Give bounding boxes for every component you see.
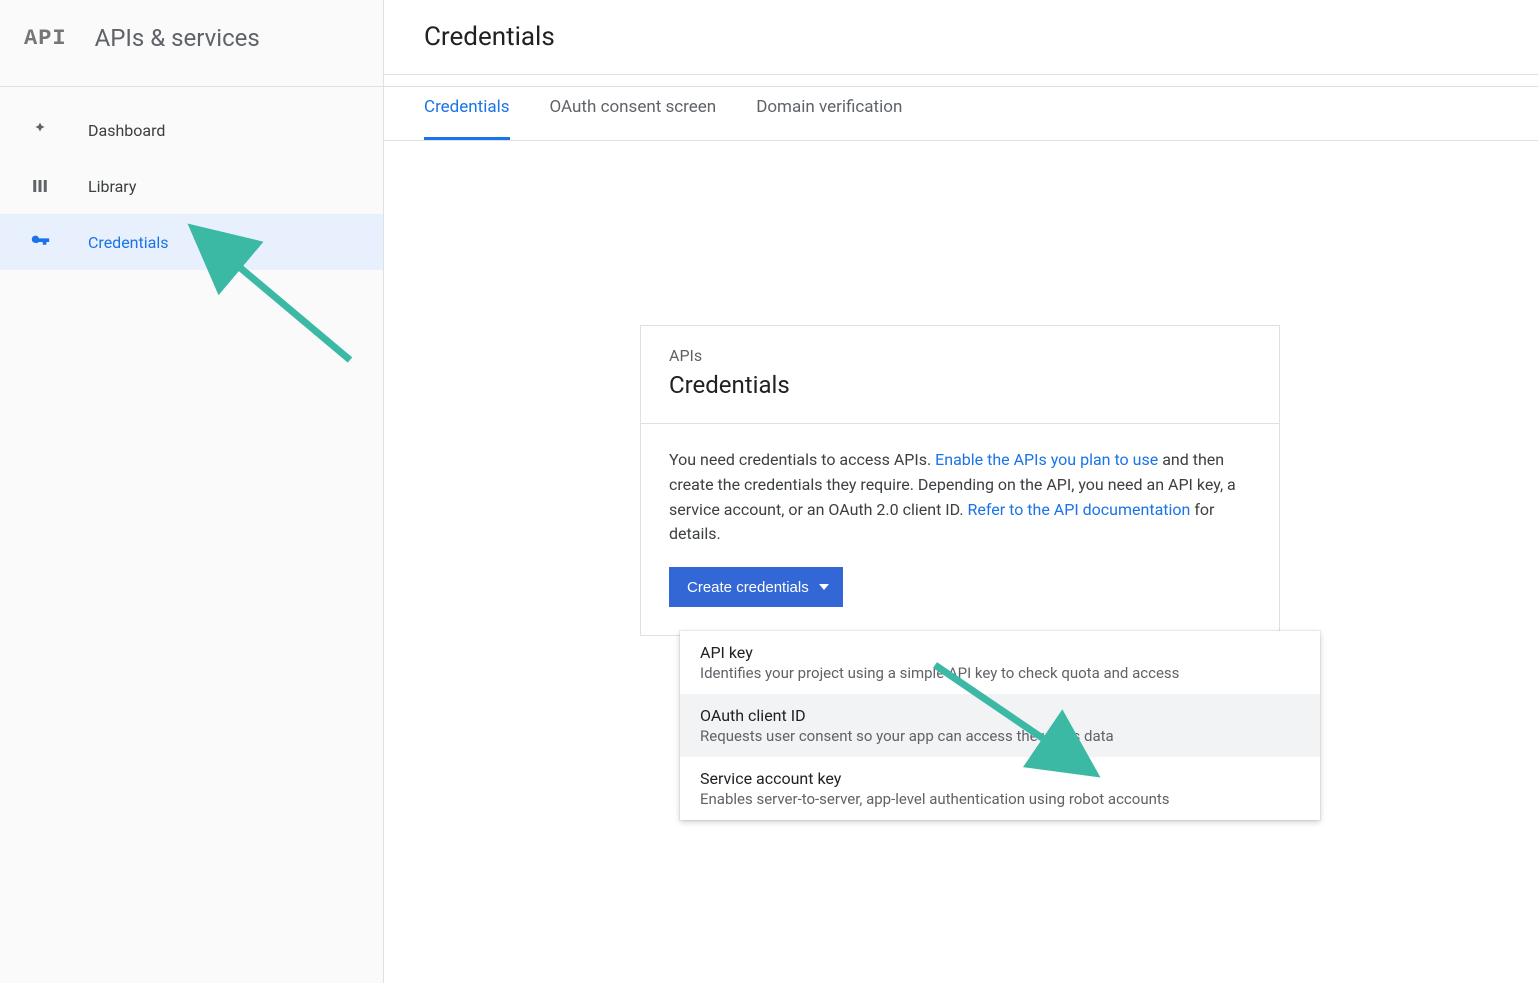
page-title: Credentials <box>424 22 1498 52</box>
brand-title: APIs & services <box>95 24 260 52</box>
sidebar: API APIs & services Dashboard Library <box>0 0 384 983</box>
chevron-down-icon <box>819 584 829 590</box>
menu-item-service-account-key[interactable]: Service account key Enables server-to-se… <box>680 757 1320 820</box>
key-icon <box>28 230 52 254</box>
tabs: Credentials OAuth consent screen Domain … <box>384 75 1538 141</box>
tab-credentials[interactable]: Credentials <box>424 75 510 140</box>
content-area: APIs Credentials You need credentials to… <box>384 141 1538 983</box>
card-body: You need credentials to access APIs. Ena… <box>641 424 1279 635</box>
credentials-card: APIs Credentials You need credentials to… <box>640 325 1280 636</box>
dashboard-icon <box>28 118 52 142</box>
create-credentials-menu: API key Identifies your project using a … <box>680 631 1320 820</box>
menu-item-subtitle: Enables server-to-server, app-level auth… <box>700 790 1300 808</box>
main: Credentials Credentials OAuth consent sc… <box>384 0 1538 983</box>
menu-item-title: Service account key <box>700 769 1300 788</box>
app-root: API APIs & services Dashboard Library <box>0 0 1538 983</box>
menu-item-subtitle: Identifies your project using a simple A… <box>700 664 1300 682</box>
menu-item-oauth-client-id[interactable]: OAuth client ID Requests user consent so… <box>680 694 1320 757</box>
tab-domain-verification[interactable]: Domain verification <box>756 75 902 140</box>
card-text: You need credentials to access APIs. <box>669 450 935 469</box>
card-header: APIs Credentials <box>641 326 1279 424</box>
sidebar-item-dashboard[interactable]: Dashboard <box>0 102 383 158</box>
card-eyebrow: APIs <box>669 346 1251 365</box>
brand-mark: API <box>24 26 67 51</box>
api-docs-link[interactable]: Refer to the API documentation <box>968 500 1191 519</box>
sidebar-item-label: Credentials <box>88 233 169 252</box>
card-title: Credentials <box>669 371 1251 399</box>
sidebar-item-label: Dashboard <box>88 121 165 140</box>
brand-block: API APIs & services <box>0 12 383 74</box>
menu-item-api-key[interactable]: API key Identifies your project using a … <box>680 631 1320 694</box>
sidebar-nav: Dashboard Library Credentials <box>0 74 383 270</box>
button-label: Create credentials <box>687 579 809 596</box>
create-credentials-button[interactable]: Create credentials <box>669 567 843 607</box>
menu-item-title: OAuth client ID <box>700 706 1300 725</box>
enable-apis-link[interactable]: Enable the APIs you plan to use <box>935 450 1158 469</box>
titlebar: Credentials <box>384 0 1538 75</box>
menu-item-subtitle: Requests user consent so your app can ac… <box>700 727 1300 745</box>
library-icon <box>28 174 52 198</box>
tab-oauth-consent[interactable]: OAuth consent screen <box>550 75 717 140</box>
divider <box>0 86 1538 87</box>
sidebar-item-credentials[interactable]: Credentials <box>0 214 383 270</box>
sidebar-item-library[interactable]: Library <box>0 158 383 214</box>
menu-item-title: API key <box>700 643 1300 662</box>
sidebar-item-label: Library <box>88 177 136 196</box>
